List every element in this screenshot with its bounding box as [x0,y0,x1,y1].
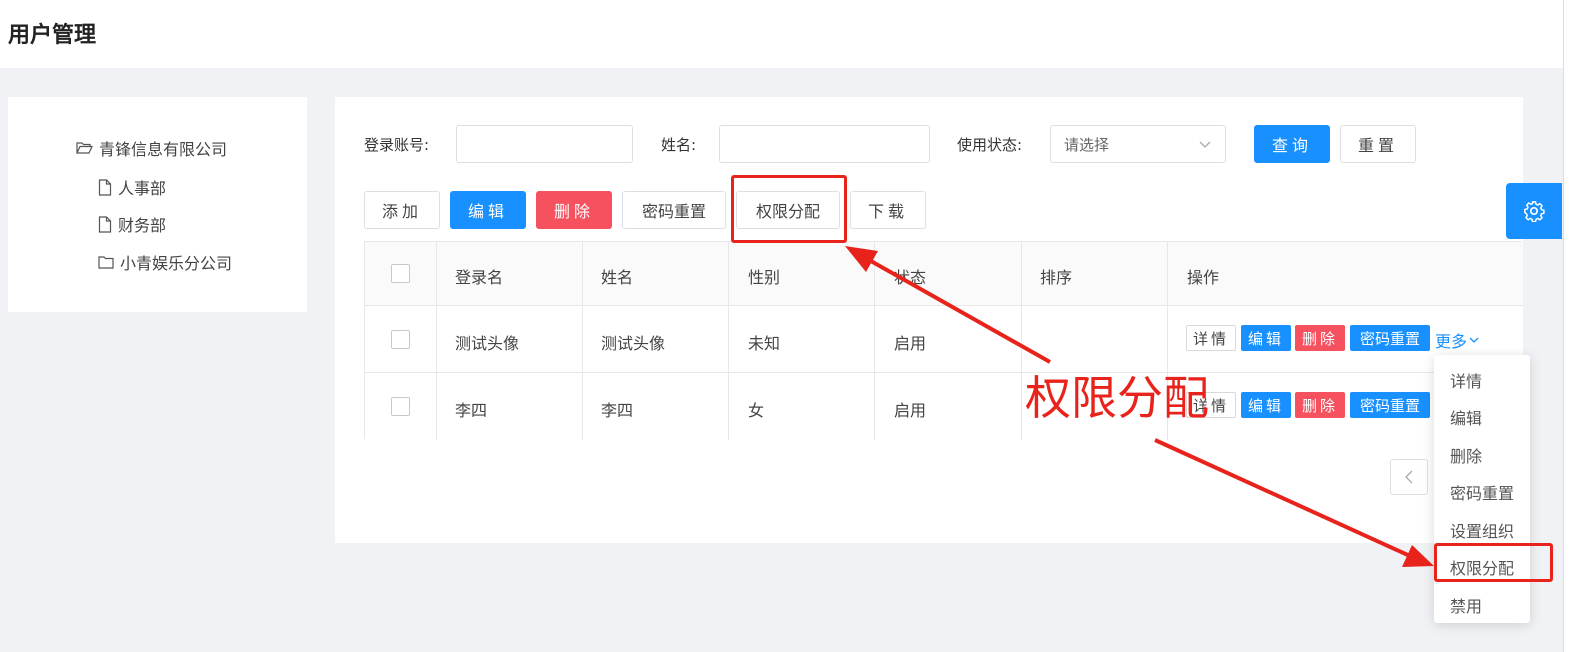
status-cell: 启用 [894,334,927,353]
tree-node-label: 财务部 [118,216,167,235]
gender-cell: 女 [748,401,765,420]
column-header: 状态 [894,268,927,287]
chevron-down-icon [1469,337,1479,343]
page-title: 用户管理 [8,23,97,48]
row-password-reset-button[interactable]: 密码重置 [1350,392,1430,418]
gender-cell: 未知 [748,334,781,353]
prev-page-button[interactable] [1390,459,1428,495]
row-checkbox[interactable] [391,330,410,349]
dropdown-item-detail[interactable]: 详情 [1450,368,1482,392]
tree-node-hr[interactable]: 人事部 [98,175,166,199]
tree-node-root[interactable]: 青锋信息有限公司 [76,136,227,160]
column-divider [436,242,437,440]
name-label: 姓名: [661,136,697,154]
dropdown-item-set-org[interactable]: 设置组织 [1450,518,1514,542]
dropdown-item-delete[interactable]: 删除 [1450,443,1482,467]
row-checkbox[interactable] [391,397,410,416]
column-header: 姓名 [601,268,634,287]
column-divider [582,242,583,440]
dropdown-item-edit[interactable]: 编辑 [1450,405,1482,429]
add-button[interactable]: 添加 [364,191,440,229]
account-label: 登录账号: [364,136,430,154]
row-edit-button[interactable]: 编辑 [1241,325,1291,351]
status-select[interactable]: 请选择 [1050,125,1226,163]
name-cell: 测试头像 [601,334,666,353]
reset-button[interactable]: 重置 [1340,125,1416,163]
file-icon [98,215,112,233]
table-header: 登录名 姓名 性别 状态 排序 操作 [365,242,1523,306]
row-detail-button[interactable]: 详情 [1186,325,1236,351]
annotation-label: 权限分配 [1025,371,1209,425]
annotation-highlight-box [731,175,847,243]
column-header: 登录名 [455,268,504,287]
tree-node-branch[interactable]: 小青娱乐分公司 [98,250,232,274]
gear-icon [1524,201,1545,222]
dropdown-item-disable[interactable]: 禁用 [1450,593,1482,617]
row-edit-button[interactable]: 编辑 [1241,392,1291,418]
row-password-reset-button[interactable]: 密码重置 [1350,325,1430,351]
row-delete-button[interactable]: 删除 [1295,392,1345,418]
folder-open-icon [76,142,93,154]
window-scrollbar[interactable] [1563,0,1589,652]
user-table: 登录名 姓名 性别 状态 排序 操作 测试头像 测试头像 未知 启用 李四 李四… [364,241,1523,440]
account-input[interactable] [456,125,633,163]
tree-node-label: 小青娱乐分公司 [120,254,233,273]
file-icon [98,178,112,196]
column-header: 操作 [1187,268,1220,287]
more-dropdown-menu: 详情 编辑 删除 密码重置 设置组织 权限分配 禁用 [1434,355,1530,623]
column-header: 排序 [1040,268,1073,287]
status-select-placeholder: 请选择 [1064,135,1110,154]
query-button[interactable]: 查询 [1254,125,1330,163]
column-divider [1021,242,1022,440]
delete-button[interactable]: 删除 [536,191,612,229]
password-reset-button[interactable]: 密码重置 [622,191,726,229]
status-cell: 启用 [894,401,927,420]
more-label: 更多 [1435,332,1468,351]
login-cell: 李四 [455,401,488,420]
folder-icon [98,256,114,269]
column-header: 性别 [748,268,781,287]
row-more-dropdown[interactable]: 更多 [1435,328,1479,352]
chevron-left-icon [1405,470,1413,484]
select-all-checkbox[interactable] [391,264,410,283]
settings-button[interactable] [1506,183,1562,239]
login-cell: 测试头像 [455,334,520,353]
annotation-arrowhead [1402,545,1434,567]
column-divider [874,242,875,440]
org-tree-panel: 青锋信息有限公司 人事部 财务部 小青娱乐分公司 [8,97,307,312]
tree-node-label: 人事部 [118,179,167,198]
row-delete-button[interactable]: 删除 [1295,325,1345,351]
dropdown-item-password-reset[interactable]: 密码重置 [1450,480,1514,504]
name-cell: 李四 [601,401,634,420]
tree-node-label: 青锋信息有限公司 [99,140,228,159]
column-divider [728,242,729,440]
tree-node-finance[interactable]: 财务部 [98,212,166,236]
chevron-down-icon [1199,141,1211,148]
header-bar: 用户管理 [0,0,1589,68]
download-button[interactable]: 下载 [850,191,926,229]
annotation-highlight-box [1434,543,1553,582]
status-label: 使用状态: [957,136,1023,154]
edit-button[interactable]: 编辑 [450,191,526,229]
name-input[interactable] [719,125,930,163]
